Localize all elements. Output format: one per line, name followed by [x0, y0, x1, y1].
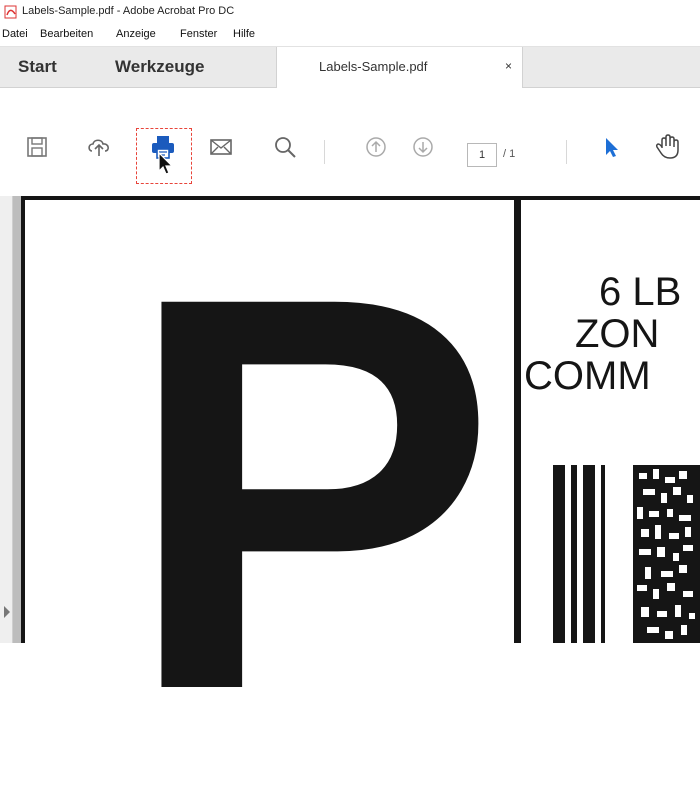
upload-cloud-icon[interactable]	[86, 134, 112, 160]
menu-hilfe[interactable]: Hilfe	[233, 28, 255, 40]
menu-anzeige[interactable]: Anzeige	[116, 28, 156, 40]
page-down-icon[interactable]	[410, 134, 436, 160]
search-icon[interactable]	[272, 134, 298, 160]
page-number-input[interactable]: 1	[467, 143, 497, 167]
label-line-zone: ZON	[575, 312, 660, 356]
tab-document[interactable]: Labels-Sample.pdf ×	[276, 47, 523, 88]
document-tab-label: Labels-Sample.pdf	[319, 59, 428, 74]
menu-bar: Datei Bearbeiten Anzeige Fenster Hilfe	[0, 24, 700, 47]
tab-start[interactable]: Start	[18, 57, 57, 77]
toolbar-separator	[324, 140, 325, 164]
navigation-pane-toggle[interactable]	[0, 196, 13, 643]
menu-fenster[interactable]: Fenster	[180, 28, 217, 40]
expand-panel-icon[interactable]	[4, 606, 10, 618]
acrobat-app-icon	[4, 5, 17, 19]
menu-bearbeiten[interactable]: Bearbeiten	[40, 28, 93, 40]
select-arrow-icon[interactable]	[598, 134, 624, 160]
print-highlight-box	[136, 128, 192, 184]
hand-tool-icon[interactable]	[654, 134, 680, 160]
menu-datei[interactable]: Datei	[2, 28, 28, 40]
page-up-icon[interactable]	[363, 134, 389, 160]
label-divider	[514, 196, 521, 643]
label-line-weight: 6 LB	[599, 270, 682, 314]
tab-werkzeuge[interactable]: Werkzeuge	[115, 57, 204, 77]
toolbar-separator	[566, 140, 567, 164]
page-total: / 1	[503, 148, 516, 160]
title-bar: Labels-Sample.pdf - Adobe Acrobat Pro DC	[0, 0, 700, 24]
tab-bar: Start Werkzeuge Labels-Sample.pdf ×	[0, 47, 700, 88]
save-icon[interactable]	[24, 134, 50, 160]
barcode-image	[553, 465, 700, 643]
label-line-comm: COMM	[524, 354, 651, 398]
email-icon[interactable]	[208, 134, 234, 160]
window-title: Labels-Sample.pdf - Adobe Acrobat Pro DC	[22, 5, 235, 17]
label-big-letter: P	[124, 180, 498, 806]
close-tab-icon[interactable]: ×	[505, 59, 512, 73]
